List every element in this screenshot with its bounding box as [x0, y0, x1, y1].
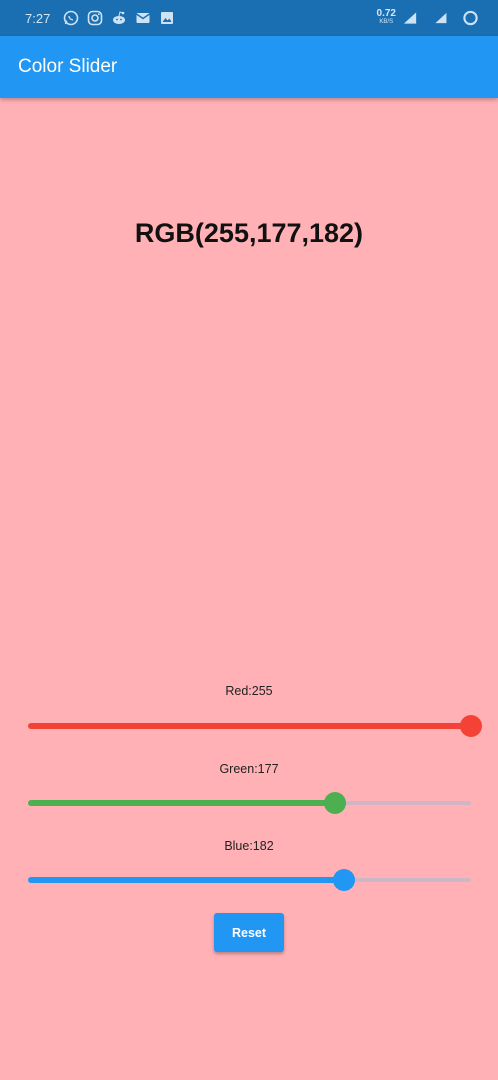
network-speed-value: 0.72 — [376, 8, 396, 19]
instagram-icon — [86, 10, 103, 27]
gallery-icon — [158, 10, 175, 27]
app-bar: Color Slider — [0, 36, 498, 98]
blue-slider-thumb[interactable] — [333, 869, 356, 891]
gmail-icon — [134, 10, 151, 27]
green-slider[interactable] — [28, 791, 471, 815]
whatsapp-icon — [62, 10, 79, 27]
blue-slider-fill — [28, 877, 345, 883]
signal-r-icon — [402, 10, 419, 27]
status-bar: 7:27 0.72 KB/S — [0, 0, 498, 36]
green-slider-fill — [28, 800, 336, 806]
status-right-group: 0.72 KB/S — [376, 8, 486, 27]
blue-slider[interactable] — [28, 868, 471, 892]
reddit-icon — [110, 10, 127, 27]
red-slider-thumb[interactable] — [460, 715, 482, 737]
network-speed-unit: KB/S — [379, 19, 394, 25]
signal-4g-icon — [432, 10, 449, 27]
red-slider-fill — [28, 723, 471, 729]
blue-slider-label: Blue:182 — [224, 839, 274, 853]
network-speed: 0.72 KB/S — [376, 8, 396, 26]
red-slider-label: Red:255 — [225, 684, 273, 698]
status-time: 7:27 — [25, 10, 51, 26]
app-title: Color Slider — [18, 56, 118, 77]
green-slider-thumb[interactable] — [324, 792, 347, 814]
red-slider[interactable] — [28, 714, 482, 738]
battery-ring-icon — [462, 10, 479, 27]
rgb-value-text: RGB(255,177,182) — [134, 218, 364, 248]
reset-button[interactable]: Reset — [214, 913, 284, 952]
green-slider-label: Green:177 — [219, 762, 279, 776]
